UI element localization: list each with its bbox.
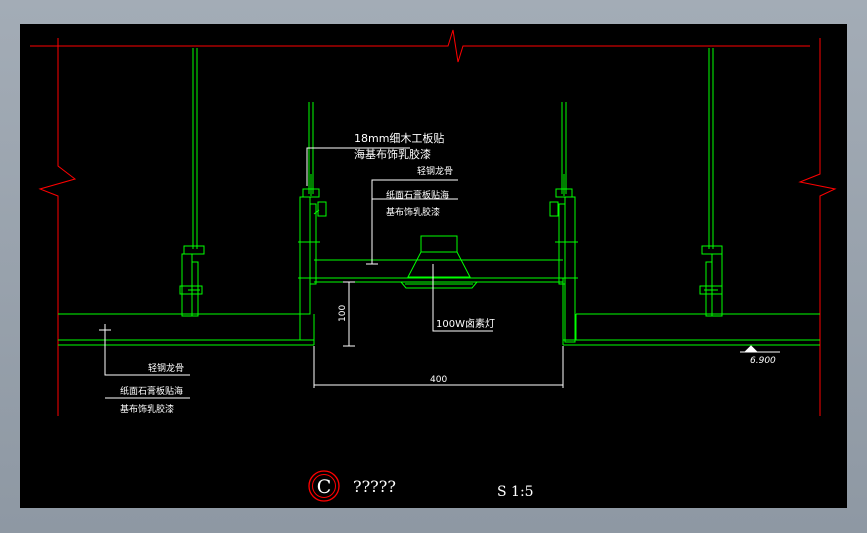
right-break-line: [798, 38, 837, 416]
cad-drawing: 18mm细木工板贴 海基布饰乳胶漆 轻钢龙骨 纸面石膏板贴海 基布饰乳胶漆 10…: [30, 29, 837, 502]
lamp-fixture: [400, 235, 478, 289]
dim-width-label: 400: [430, 375, 447, 385]
leader-lines: [99, 147, 780, 399]
note-board-right-line1: 纸面石膏板贴海: [386, 189, 449, 201]
note-panel-line2: 海基布饰乳胶漆: [354, 147, 431, 161]
note-board-left-line1: 纸面石膏板贴海: [120, 385, 183, 397]
section-marker: C: [308, 470, 340, 502]
note-panel-line1: 18mm细木工板贴: [354, 131, 444, 145]
left-outer-hanger: [179, 48, 205, 317]
level-label: 6.900: [750, 356, 776, 366]
note-keel-left: 轻钢龙骨: [148, 362, 184, 374]
note-board-left-line2: 基布饰乳胶漆: [120, 403, 174, 415]
slot-boards: [314, 259, 563, 283]
left-ceiling: [58, 313, 315, 346]
section-letter: C: [317, 476, 332, 498]
left-break-line: [38, 38, 77, 416]
right-ceiling: [562, 278, 820, 346]
dim-height-label: 100: [338, 305, 348, 322]
drawing-canvas[interactable]: 18mm细木工板贴 海基布饰乳胶漆 轻钢龙骨 纸面石膏板贴海 基布饰乳胶漆 10…: [20, 24, 847, 508]
section-break-lines: [30, 29, 837, 416]
note-lamp: 100W卤素灯: [436, 317, 495, 330]
top-break-line: [30, 29, 810, 63]
scale-label: S 1:5: [497, 484, 534, 500]
right-slot-wall: [549, 102, 578, 343]
note-board-right-line2: 基布饰乳胶漆: [386, 206, 440, 218]
note-keel-right: 轻钢龙骨: [417, 165, 453, 177]
right-outer-hanger: [699, 48, 723, 317]
section-name: ?????: [353, 477, 396, 496]
